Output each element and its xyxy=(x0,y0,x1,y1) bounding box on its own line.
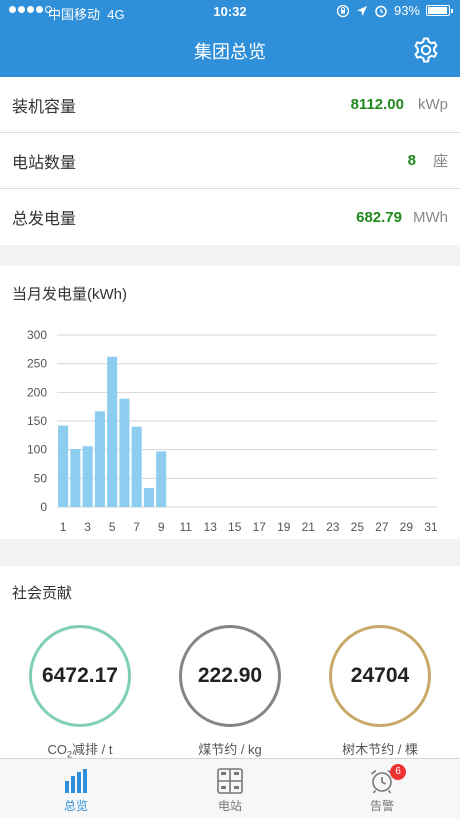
x-tick-label: 21 xyxy=(302,520,316,534)
bar-chart-icon xyxy=(65,769,87,793)
summary-label: 电站数量 xyxy=(12,154,77,172)
y-tick-label: 0 xyxy=(40,500,47,514)
x-tick-label: 23 xyxy=(326,520,340,534)
y-tick-label: 300 xyxy=(27,328,47,342)
social-contribution-card: 社会贡献 6472.17 CO2减排 / t 222.90 煤节约 / kg 2… xyxy=(0,566,460,760)
bar-day-9 xyxy=(156,451,167,507)
summary-list: 装机容量 8112.00 kWp 电站数量 8 座 总发电量 682.79 MW… xyxy=(0,77,460,245)
bar-day-4 xyxy=(94,411,105,507)
tree-saving-label: 树木节约 / 棵 xyxy=(342,742,418,757)
summary-row-station-count: 电站数量 8 座 xyxy=(0,133,460,189)
bar-day-2 xyxy=(70,449,81,507)
x-tick-label: 27 xyxy=(375,520,389,534)
x-tick-label: 3 xyxy=(84,520,91,534)
x-tick-label: 5 xyxy=(109,520,116,534)
monthly-generation-card: 当月发电量(kWh) 0 50 100 150 200 250 300 1 3 5 7 9 11 13 15… xyxy=(0,266,460,539)
coal-saving-label: 煤节约 / kg xyxy=(198,742,262,757)
alarm-status-icon xyxy=(375,5,387,17)
tab-label: 电站 xyxy=(217,799,242,813)
co2-reduction-circle: 6472.17 xyxy=(29,625,131,727)
x-tick-label: 25 xyxy=(351,520,365,534)
y-tick-label: 150 xyxy=(27,414,47,428)
co2-reduction-value: 6472.17 xyxy=(42,664,118,687)
y-tick-label: 250 xyxy=(27,357,47,371)
y-tick-label: 50 xyxy=(34,471,48,485)
page-title: 集团总览 xyxy=(194,42,266,62)
co2-reduction-label: CO2减排 / t xyxy=(47,742,113,760)
monthly-generation-chart: 0501001502002503001 3 5 7 9 11 13 15 17 19 21 23 25 2… xyxy=(27,328,438,534)
tree-saving-value: 24704 xyxy=(350,664,410,687)
battery-percent: 93% xyxy=(393,3,420,18)
battery-icon xyxy=(426,5,453,16)
x-tick-label: 17 xyxy=(253,520,267,534)
x-tick-label: 7 xyxy=(133,520,140,534)
y-tick-label: 200 xyxy=(27,385,47,399)
tab-overview[interactable]: 总览 xyxy=(26,759,126,818)
social-title: 社会贡献 xyxy=(12,585,73,602)
orientation-lock-icon xyxy=(336,4,350,17)
summary-row-capacity: 装机容量 8112.00 kWp xyxy=(0,77,460,133)
top-bar: 中国移动 4G 10:32 93% 集团总览 xyxy=(0,0,460,77)
x-tick-label: 13 xyxy=(204,520,218,534)
x-tick-label: 29 xyxy=(400,520,414,534)
location-arrow-icon xyxy=(356,5,367,16)
summary-value: 8 xyxy=(407,152,416,169)
bar-day-8 xyxy=(143,488,154,507)
bar-day-6 xyxy=(119,398,130,507)
bar-day-3 xyxy=(82,446,93,507)
x-tick-label: 19 xyxy=(277,520,291,534)
x-tick-label: 1 xyxy=(60,520,67,534)
station-icon xyxy=(217,768,243,794)
summary-row-total-generation: 总发电量 682.79 MWh xyxy=(0,189,460,245)
summary-value: 682.79 xyxy=(356,208,402,226)
x-tick-label: 11 xyxy=(179,520,192,534)
summary-unit: kWp xyxy=(418,96,448,113)
bar-day-7 xyxy=(131,426,142,507)
settings-gear-icon[interactable] xyxy=(412,36,440,64)
tab-label: 告警 xyxy=(369,799,394,813)
x-tick-label: 15 xyxy=(228,520,242,534)
tree-saving-circle: 24704 xyxy=(329,625,431,727)
status-bar: 中国移动 4G 10:32 93% xyxy=(0,0,460,24)
tab-alarms[interactable]: 6 告警 xyxy=(332,759,432,818)
x-tick-label: 9 xyxy=(158,520,165,534)
coal-saving-value: 222.90 xyxy=(197,664,263,687)
tab-stations[interactable]: 电站 xyxy=(180,759,280,818)
summary-unit: MWh xyxy=(413,208,448,226)
summary-unit: 座 xyxy=(432,153,448,170)
x-tick-label: 31 xyxy=(424,520,438,534)
tab-label: 总览 xyxy=(63,799,88,813)
summary-label: 总发电量 xyxy=(12,211,77,228)
status-right: 93% xyxy=(336,3,453,18)
alarm-count-badge: 6 xyxy=(390,764,406,780)
summary-label: 装机容量 xyxy=(12,98,77,116)
bar-day-5 xyxy=(107,356,118,507)
tab-bar: 总览 电站 6 告警 xyxy=(0,758,460,818)
coal-saving-circle: 222.90 xyxy=(179,625,281,727)
bar-day-1 xyxy=(58,425,69,507)
summary-value: 8112.00 xyxy=(350,96,404,113)
y-tick-label: 100 xyxy=(27,443,47,457)
